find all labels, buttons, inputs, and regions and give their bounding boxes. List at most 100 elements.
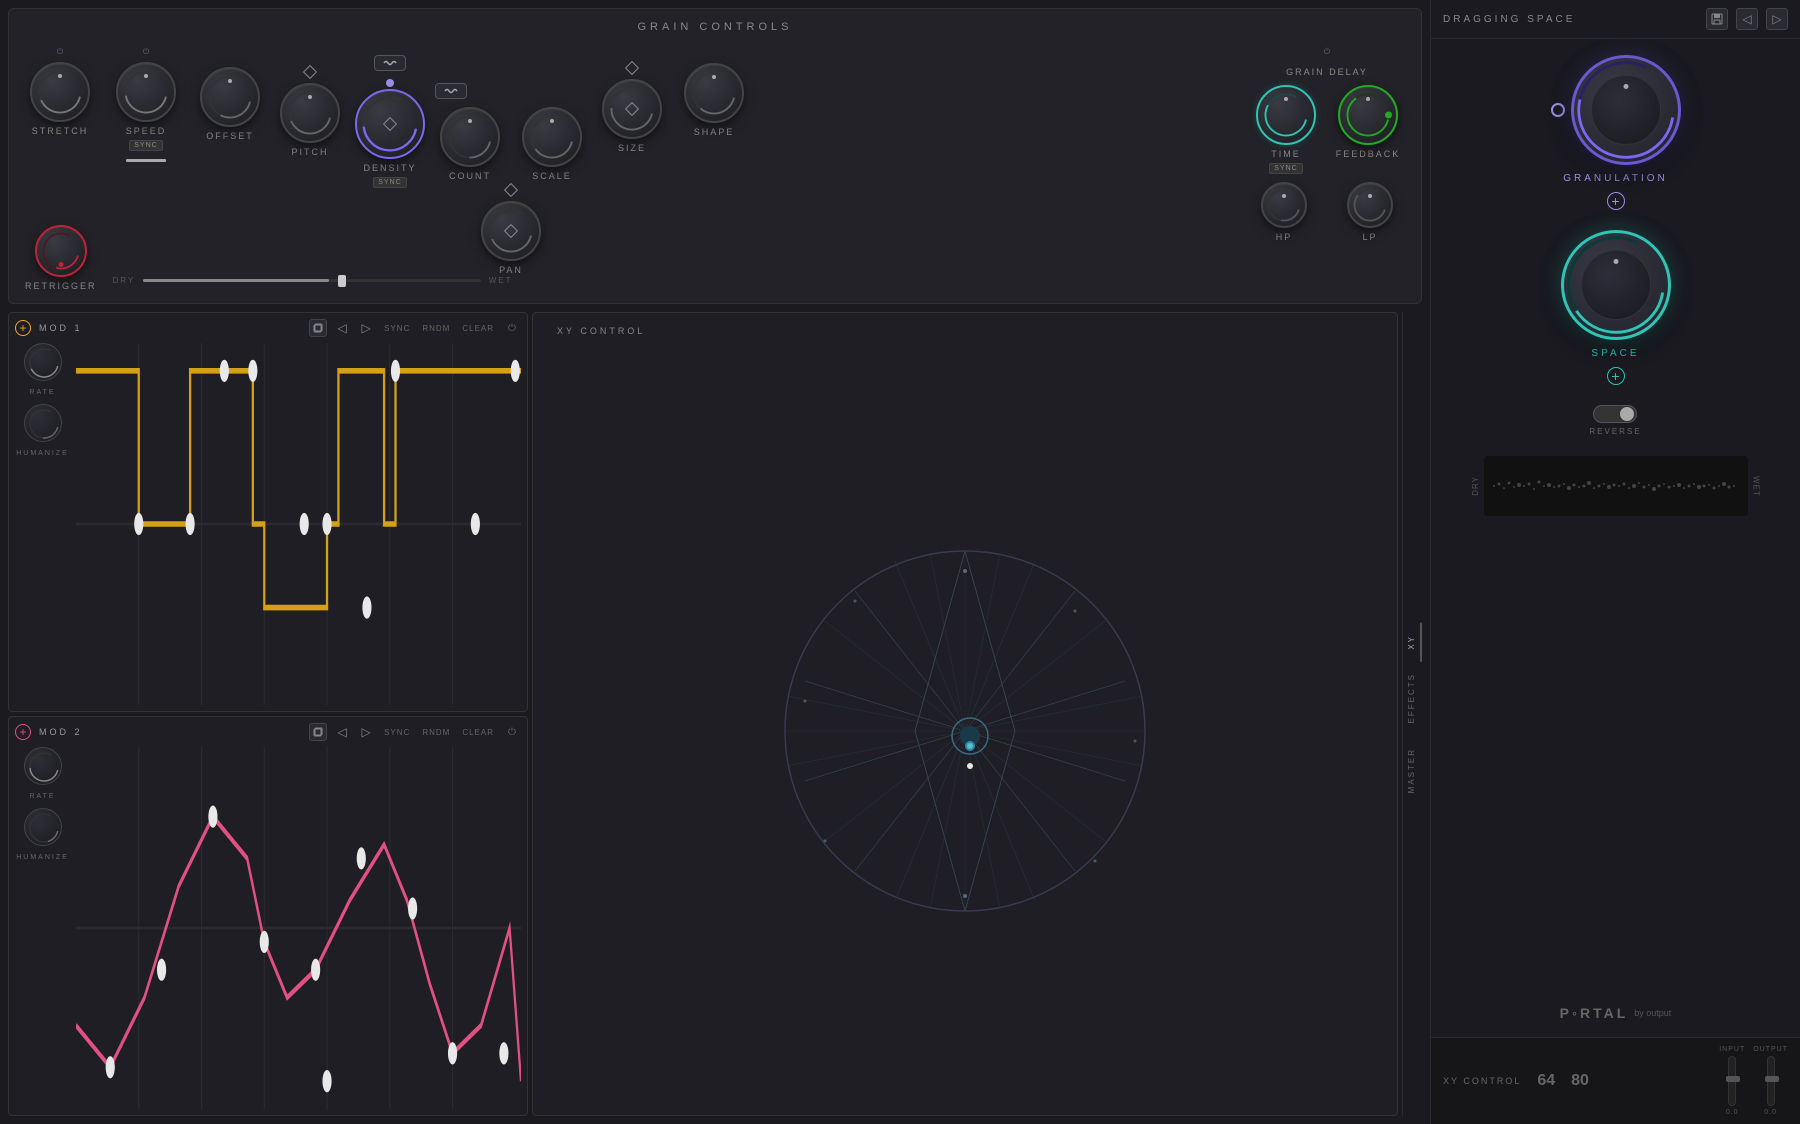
scale-knob[interactable] (522, 107, 582, 167)
mod1-copy-btn[interactable] (309, 319, 327, 337)
waveform-display[interactable] (1484, 456, 1748, 516)
mod2-clear-btn[interactable]: CLEAR (459, 727, 497, 738)
mod1-rate-knob[interactable] (24, 343, 62, 381)
retrigger-label: RETRIGGER (25, 281, 97, 291)
pitch-knob[interactable] (280, 83, 340, 143)
mod1-clear-btn[interactable]: CLEAR (459, 323, 497, 334)
output-slider[interactable] (1767, 1056, 1775, 1106)
mod1-power-btn[interactable]: ⏻ (503, 319, 521, 337)
mod2-next-btn[interactable]: ▷ (357, 723, 375, 741)
mod2-copy-btn[interactable] (309, 723, 327, 741)
density-knob[interactable] (355, 89, 425, 159)
pan-knob[interactable] (481, 201, 541, 261)
mod1-prev-btn[interactable]: ◁ (333, 319, 351, 337)
center-right-section: COUNT SCALE (435, 55, 587, 275)
count-knob[interactable] (440, 107, 500, 167)
mod2-prev-btn[interactable]: ◁ (333, 723, 351, 741)
mod1-sync-btn[interactable]: SYNC (381, 323, 413, 334)
stretch-label: STRETCH (32, 126, 89, 136)
mod2-sync-btn[interactable]: SYNC (381, 727, 413, 738)
mod2-humanize-knob[interactable] (24, 808, 62, 846)
granulation-knob-inner (1591, 75, 1661, 145)
mod2-content: RATE HUMANIZE (15, 747, 521, 1109)
lp-knob[interactable] (1347, 182, 1393, 228)
space-knob[interactable] (1561, 230, 1671, 340)
granulation-mode-indicator[interactable] (1551, 103, 1565, 117)
xy-circle-svg (775, 541, 1155, 921)
granulation-knob-area (1551, 55, 1681, 165)
space-add-btn[interactable]: + (1607, 367, 1625, 385)
mod1-next-btn[interactable]: ▷ (357, 319, 375, 337)
xy-x-value: 64 (1537, 1072, 1555, 1090)
mod1-header: + MOD 1 ◁ ▷ SYNC RNDM CLEAR ⏻ (15, 319, 521, 337)
sidebar-tabs: XY EFFECTS MASTER (1402, 312, 1422, 1116)
granulation-label: GRANULATION (1563, 173, 1668, 184)
speed-knob[interactable] (116, 62, 176, 122)
reverse-toggle-thumb (1620, 407, 1634, 421)
density-badge[interactable]: SYNC (373, 177, 406, 188)
shape-label: SHAPE (694, 127, 735, 137)
time-badge[interactable]: SYNC (1269, 163, 1302, 174)
speed-badge[interactable]: SYNC (129, 140, 162, 151)
tab-xy[interactable]: XY (1403, 623, 1422, 662)
xy-visual[interactable] (533, 347, 1397, 1115)
scale-group: SCALE (517, 107, 587, 181)
drywet-section: DRY WET (113, 270, 513, 291)
xy-y-value: 80 (1571, 1072, 1589, 1090)
offset-knob[interactable] (200, 67, 260, 127)
mod1-humanize-knob[interactable] (24, 404, 62, 442)
link-btn-left[interactable] (374, 55, 406, 71)
offset-label: OFFSET (206, 131, 254, 141)
mod1-title: MOD 1 (39, 323, 83, 333)
size-knob[interactable] (602, 79, 662, 139)
mod1-section: + MOD 1 ◁ ▷ SYNC RNDM CLEAR ⏻ (8, 312, 528, 712)
drywet-slider[interactable] (143, 279, 480, 282)
next-icon-btn[interactable]: ▷ (1766, 8, 1788, 30)
mod1-add-btn[interactable]: + (15, 320, 31, 336)
xy-bottom-bar: XY CONTROL 64 80 INPUT 0.0 OUTPUT 0.0 (1431, 1037, 1800, 1124)
mod2-power-btn[interactable]: ⏻ (503, 723, 521, 741)
mod1-rndm-btn[interactable]: RNDM (419, 323, 453, 334)
stretch-group: ⏻ STRETCH (25, 47, 95, 136)
granulation-add-btn[interactable]: + (1607, 192, 1625, 210)
reverse-toggle[interactable] (1593, 405, 1637, 423)
mod2-rndm-btn[interactable]: RNDM (419, 727, 453, 738)
granulation-knob[interactable] (1571, 55, 1681, 165)
output-slider-container: OUTPUT 0.0 (1753, 1046, 1788, 1116)
grain-delay-label: GRAIN DELAY (1286, 67, 1368, 77)
by-output-text: by output (1634, 1008, 1671, 1018)
shape-size-section: SIZE SHAPE (597, 63, 749, 153)
time-label: TIME (1271, 149, 1301, 159)
space-container: SPACE + (1561, 230, 1671, 385)
size-label: SIZE (618, 143, 646, 153)
wet-label: WET (489, 276, 513, 285)
input-slider[interactable] (1728, 1056, 1736, 1106)
feedback-knob[interactable] (1338, 85, 1398, 145)
save-icon-btn[interactable] (1706, 8, 1728, 30)
density-section: DENSITY SYNC (355, 55, 425, 188)
count-label: COUNT (449, 171, 491, 181)
portal-text: P◦RTAL (1560, 1005, 1629, 1021)
tab-effects[interactable]: EFFECTS (1403, 661, 1422, 735)
mod2-canvas[interactable] (76, 747, 521, 1109)
mod2-rate-knob[interactable] (24, 747, 62, 785)
mod2-title: MOD 2 (39, 727, 83, 737)
mod2-add-btn[interactable]: + (15, 724, 31, 740)
prev-icon-btn[interactable]: ◁ (1736, 8, 1758, 30)
link-btn-right[interactable] (435, 83, 467, 99)
offset-group: OFFSET (195, 67, 265, 141)
time-knob[interactable] (1256, 85, 1316, 145)
shape-knob[interactable] (684, 63, 744, 123)
retrigger-knob[interactable] (35, 225, 87, 277)
mod1-rate-label: RATE (29, 389, 55, 396)
tab-master[interactable]: MASTER (1403, 736, 1422, 805)
mod1-canvas[interactable] (76, 343, 521, 705)
stretch-knob[interactable] (30, 62, 90, 122)
hp-knob[interactable] (1261, 182, 1307, 228)
input-value: 0.0 (1726, 1109, 1739, 1116)
lp-label: LP (1362, 232, 1377, 242)
right-panel: DRAGGING SPACE ◁ ▷ (1430, 0, 1800, 1124)
retrigger-group: RETRIGGER (25, 225, 97, 291)
dry-right-label: DRY (1471, 476, 1480, 496)
count-group: COUNT (435, 107, 505, 181)
